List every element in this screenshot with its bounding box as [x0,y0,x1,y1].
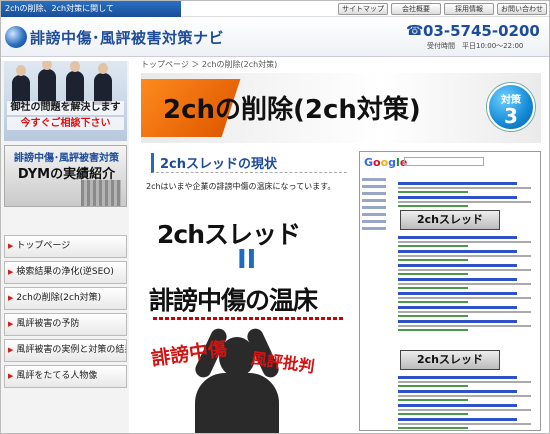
search-result-image [398,264,538,275]
search-result-image [398,418,538,429]
top-nav-sitemap[interactable]: サイトマップ [338,3,388,15]
top-nav-recruit[interactable]: 採用情報 [444,3,494,15]
page-title: 2chの削除(2ch対策) [163,95,421,125]
search-result-image [398,306,538,317]
search-result-image [398,250,538,261]
search-box-image [404,157,484,166]
search-result-image [398,292,538,303]
search-result-image [398,390,538,401]
consult-banner[interactable]: 御社の問題を解決します 今すぐご相談下さい [4,61,127,141]
page-title-banner: 2chの削除(2ch対策) [141,73,541,143]
badge-number: 3 [504,104,518,128]
illustration-equals: II [237,245,257,275]
search-result-image [398,404,538,415]
arrow-icon: ▶ [8,268,14,276]
arrow-icon: ▶ [8,372,14,380]
search-result-image [398,196,538,207]
business-people-image [8,61,123,105]
sidebar-menu: ▶ トップページ ▶ 検索結果の浄化(逆SEO) ▶ 2chの削除(2ch対策) ▶ 風… [4,235,127,391]
consult-banner-headline: 御社の問題を解決します [7,101,124,115]
sidebar-item-prevention[interactable]: ▶ 風評被害の予防 [4,313,127,336]
page-frame: 2chの削除、2ch対策に関して サイトマップ 会社概要 採用情報 お問い合わせ… [0,0,550,434]
site-logo-text[interactable]: 誹謗中傷･風評被害対策ナビ [30,27,224,48]
section-description: 2chはいまや企業の誹謗中傷の温床になっています。 [146,182,336,191]
site-header: 誹謗中傷･風評被害対策ナビ ☎ 03-5745-0200 受付時間 平日10:0… [1,17,549,57]
illustration-line-hotbed: 誹謗中傷の温床 [149,286,318,315]
search-result-2ch-label: 2chスレッド [400,350,500,370]
arrow-icon: ▶ [8,320,14,328]
dym-banner-subtitle: 誹謗中傷･風評被害対策 [14,153,119,164]
dym-results-banner[interactable]: 誹謗中傷･風評被害対策 DYMの実績紹介 [4,145,127,207]
phone-number[interactable]: 03-5745-0200 [423,22,540,40]
breadcrumb[interactable]: トップページ ＞ 2chの削除(2ch対策) [141,59,277,70]
top-nav: サイトマップ 会社概要 採用情報 お問い合わせ [338,3,547,15]
globe-logo-icon[interactable] [5,26,27,48]
sidebar-item-case-results[interactable]: ▶ 風評被害の実例と対策の結果 [4,339,127,362]
search-result-image [398,320,538,331]
search-result-image [398,182,538,193]
arrow-icon: ▶ [8,346,14,354]
building-image [81,180,121,206]
sidebar-item-rumor-profile[interactable]: ▶ 風評をたてる人物像 [4,365,127,388]
sidebar-item-reverse-seo[interactable]: ▶ 検索結果の浄化(逆SEO) [4,261,127,284]
telephone-icon: ☎ [406,23,424,39]
google-logo: Google [364,156,408,169]
sidebar-item-2ch-delete[interactable]: ▶ 2chの削除(2ch対策) [4,287,127,310]
sidebar-item-top[interactable]: ▶ トップページ [4,235,127,258]
top-nav-company[interactable]: 会社概要 [391,3,441,15]
search-result-image [398,236,538,247]
search-result-image [398,376,538,387]
arrow-icon: ▶ [8,242,14,250]
search-sidebar-image [362,174,392,234]
top-nav-contact[interactable]: お問い合わせ [497,3,547,15]
red-dashed-divider [153,317,343,320]
sidebar: 御社の問題を解決します 今すぐご相談下さい 誹謗中傷･風評被害対策 DYMの実績… [1,61,129,433]
site-tagline: 2chの削除、2ch対策に関して [1,1,181,17]
consult-banner-cta: 今すぐご相談下さい [7,117,124,130]
measure-number-badge: 対策 3 [487,83,535,131]
search-results-screenshot: Google 2chスレッド 2chスレッド [359,151,541,431]
business-hours: 受付時間 平日10:00～22:00 [427,42,524,50]
illustration-2ch-hotbed: 2chスレッド II 誹謗中傷の温床 誹謗中傷 風評批判 [141,197,356,433]
arrow-icon: ▶ [8,294,14,302]
search-result-image [398,278,538,289]
section-heading: 2chスレッドの現状 [151,153,347,173]
search-result-2ch-label: 2chスレッド [400,210,500,230]
illustration-line-2ch-thread: 2chスレッド [157,220,301,249]
top-bar: 2chの削除、2ch対策に関して サイトマップ 会社概要 採用情報 お問い合わせ [1,1,549,17]
